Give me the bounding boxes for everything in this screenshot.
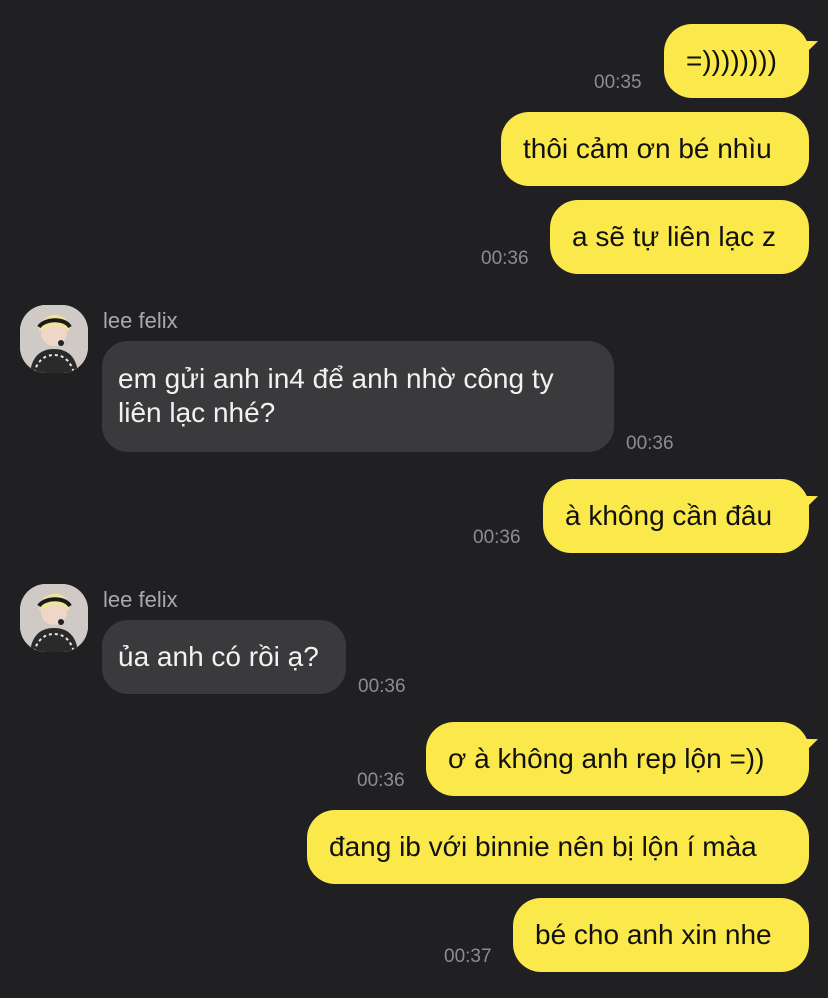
received-message-bubble[interactable]: ủa anh có rồi ạ? [102,620,346,694]
message-timestamp: 00:36 [626,433,674,454]
message-text: =)))))))) [686,45,777,76]
profile-photo-icon [20,305,88,373]
sent-message-bubble[interactable]: thôi cảm ơn bé nhìu [501,112,809,186]
message-timestamp: 00:36 [473,527,521,548]
sent-message-bubble[interactable]: ơ à không anh rep lộn =)) [426,722,809,796]
sent-message-bubble[interactable]: bé cho anh xin nhe [513,898,809,972]
sent-message-bubble[interactable]: =)))))))) [664,24,809,98]
profile-photo-icon [20,584,88,652]
sent-message-bubble[interactable]: a sẽ tự liên lạc z [550,200,809,274]
message-timestamp: 00:36 [481,248,529,269]
message-timestamp: 00:37 [444,946,492,967]
message-text-line: liên lạc nhé? [118,397,276,428]
sender-name: lee felix [103,308,178,333]
message-timestamp: 00:36 [358,676,406,697]
contact-avatar[interactable] [20,584,88,652]
message-text: a sẽ tự liên lạc z [572,221,776,252]
message-timestamp: 00:36 [357,770,405,791]
message-text: ủa anh có rồi ạ? [118,641,319,672]
contact-avatar[interactable] [20,305,88,373]
message-text: ơ à không anh rep lộn =)) [448,743,765,774]
received-message-bubble[interactable]: em gửi anh in4 để anh nhờ công ty liên l… [102,341,614,452]
message-text-line: em gửi anh in4 để anh nhờ công ty [118,363,554,394]
sender-name: lee felix [103,587,178,612]
message-text: thôi cảm ơn bé nhìu [523,133,772,164]
sent-message-bubble[interactable]: đang ib với binnie nên bị lộn í màa [307,810,809,884]
message-text: bé cho anh xin nhe [535,919,772,950]
message-text: à không cần đâu [565,500,773,531]
message-text: đang ib với binnie nên bị lộn í màa [329,831,757,862]
message-timestamp: 00:35 [594,72,642,93]
sent-message-bubble[interactable]: à không cần đâu [543,479,809,553]
